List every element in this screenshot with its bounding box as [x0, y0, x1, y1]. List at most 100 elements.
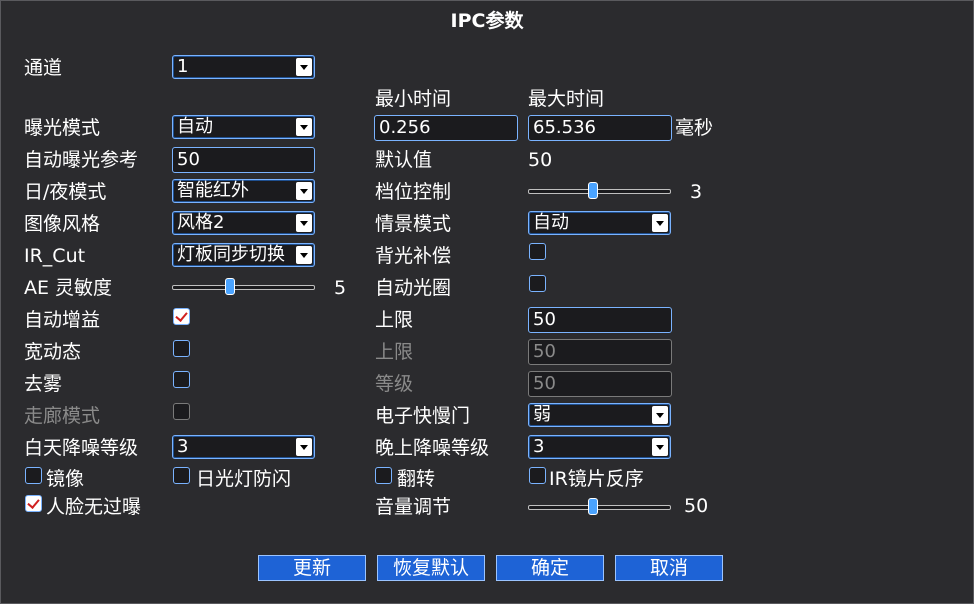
flicker-checkbox[interactable] — [173, 467, 190, 484]
wdr-upper-limit-input: 50 — [528, 339, 672, 365]
slider-thumb[interactable] — [588, 182, 598, 199]
chevron-down-icon[interactable] — [296, 246, 312, 264]
auto-exposure-ref-label: 自动曝光参考 — [24, 149, 139, 171]
flicker-label: 日光灯防闪 — [196, 468, 292, 490]
channel-label: 通道 — [24, 57, 63, 79]
gear-control-value: 3 — [690, 181, 703, 203]
face-no-overexposure-label: 人脸无过曝 — [46, 496, 142, 518]
chevron-down-icon[interactable] — [296, 214, 312, 232]
ae-sensitivity-slider[interactable] — [172, 277, 315, 297]
gain-upper-limit-value: 50 — [533, 309, 556, 330]
volume-label: 音量调节 — [375, 496, 452, 518]
ir-lens-reverse-label: IR镜片反序 — [549, 468, 644, 490]
refresh-button[interactable]: 更新 — [258, 555, 366, 581]
auto-exposure-ref-input[interactable]: 50 — [172, 147, 315, 173]
chevron-down-icon[interactable] — [652, 438, 668, 456]
volume-value: 50 — [684, 495, 709, 517]
auto-iris-checkbox[interactable] — [529, 275, 546, 292]
day-night-select[interactable]: 智能红外 — [172, 179, 315, 203]
chevron-down-icon[interactable] — [652, 214, 668, 232]
exposure-mode-value: 自动 — [177, 116, 213, 137]
channel-select[interactable]: 1 — [172, 55, 315, 79]
max-time-header: 最大时间 — [528, 88, 605, 110]
auto-gain-label: 自动增益 — [24, 309, 101, 331]
default-value: 50 — [528, 149, 553, 171]
chevron-down-icon[interactable] — [652, 406, 668, 424]
ir-cut-value: 灯板同步切换 — [177, 244, 285, 265]
exposure-mode-label: 曝光模式 — [24, 117, 101, 139]
wdr-checkbox[interactable] — [173, 340, 190, 357]
gear-control-slider[interactable] — [528, 181, 671, 201]
slider-thumb[interactable] — [588, 498, 598, 515]
wdr-upper-limit-label: 上限 — [375, 341, 414, 363]
default-value-label: 默认值 — [375, 149, 433, 171]
electronic-shutter-select[interactable]: 弱 — [528, 403, 671, 427]
day-noise-reduction-label: 白天降噪等级 — [24, 437, 139, 459]
night-noise-reduction-value: 3 — [533, 436, 545, 457]
defog-level-value: 50 — [533, 373, 556, 394]
night-noise-reduction-label: 晚上降噪等级 — [375, 437, 490, 459]
flip-checkbox[interactable] — [375, 467, 392, 484]
restore-default-button[interactable]: 恢复默认 — [377, 555, 485, 581]
ir-cut-label: IR_Cut — [24, 245, 86, 267]
image-style-select[interactable]: 风格2 — [172, 211, 315, 235]
max-time-value: 65.536 — [533, 117, 596, 138]
image-style-value: 风格2 — [177, 212, 225, 233]
wdr-upper-limit-value: 50 — [533, 341, 556, 362]
slider-track — [172, 285, 315, 290]
dialog-title: IPC参数 — [450, 10, 524, 32]
auto-gain-checkbox[interactable] — [173, 308, 190, 325]
ir-cut-select[interactable]: 灯板同步切换 — [172, 243, 315, 267]
slider-track — [528, 189, 671, 194]
scene-mode-value: 自动 — [533, 212, 569, 233]
auto-iris-label: 自动光圈 — [375, 277, 452, 299]
chevron-down-icon[interactable] — [296, 438, 312, 456]
flip-label: 翻转 — [397, 468, 436, 490]
image-style-label: 图像风格 — [24, 213, 101, 235]
chevron-down-icon[interactable] — [296, 118, 312, 136]
defog-checkbox[interactable] — [173, 371, 190, 388]
gain-upper-limit-input[interactable]: 50 — [528, 307, 672, 333]
gear-control-label: 档位控制 — [375, 181, 452, 203]
mirror-label: 镜像 — [46, 468, 85, 490]
ae-sensitivity-label: AE 灵敏度 — [24, 277, 113, 299]
exposure-mode-select[interactable]: 自动 — [172, 115, 315, 139]
cancel-button[interactable]: 取消 — [615, 555, 723, 581]
slider-track — [528, 505, 671, 510]
defog-level-input: 50 — [528, 371, 672, 397]
day-noise-reduction-value: 3 — [177, 436, 189, 457]
slider-thumb[interactable] — [225, 278, 235, 295]
chevron-down-icon[interactable] — [296, 182, 312, 200]
scene-mode-select[interactable]: 自动 — [528, 211, 671, 235]
mirror-checkbox[interactable] — [25, 467, 42, 484]
corridor-mode-label: 走廊模式 — [24, 405, 101, 427]
night-noise-reduction-select[interactable]: 3 — [528, 435, 671, 459]
channel-value: 1 — [177, 56, 189, 77]
day-night-value: 智能红外 — [177, 180, 249, 201]
defog-label: 去雾 — [24, 373, 63, 395]
electronic-shutter-label: 电子快慢门 — [375, 405, 471, 427]
day-night-label: 日/夜模式 — [24, 181, 107, 203]
face-no-overexposure-checkbox[interactable] — [25, 495, 42, 512]
ok-button[interactable]: 确定 — [496, 555, 604, 581]
ir-lens-reverse-checkbox[interactable] — [529, 467, 546, 484]
electronic-shutter-value: 弱 — [533, 404, 551, 425]
ae-sensitivity-value: 5 — [334, 277, 347, 299]
corridor-mode-checkbox — [173, 403, 190, 420]
auto-exposure-ref-value: 50 — [177, 149, 200, 170]
backlight-checkbox[interactable] — [529, 243, 546, 260]
backlight-label: 背光补偿 — [375, 245, 452, 267]
min-time-input[interactable]: 0.256 — [374, 115, 518, 141]
volume-slider[interactable] — [528, 497, 671, 517]
gain-upper-limit-label: 上限 — [375, 309, 414, 331]
min-time-value: 0.256 — [379, 117, 431, 138]
defog-level-label: 等级 — [375, 373, 414, 395]
time-unit-label: 毫秒 — [675, 117, 714, 139]
min-time-header: 最小时间 — [375, 88, 452, 110]
chevron-down-icon[interactable] — [296, 58, 312, 76]
day-noise-reduction-select[interactable]: 3 — [172, 435, 315, 459]
max-time-input[interactable]: 65.536 — [528, 115, 672, 141]
dialog-frame — [0, 0, 974, 604]
scene-mode-label: 情景模式 — [375, 213, 452, 235]
wdr-label: 宽动态 — [24, 341, 82, 363]
